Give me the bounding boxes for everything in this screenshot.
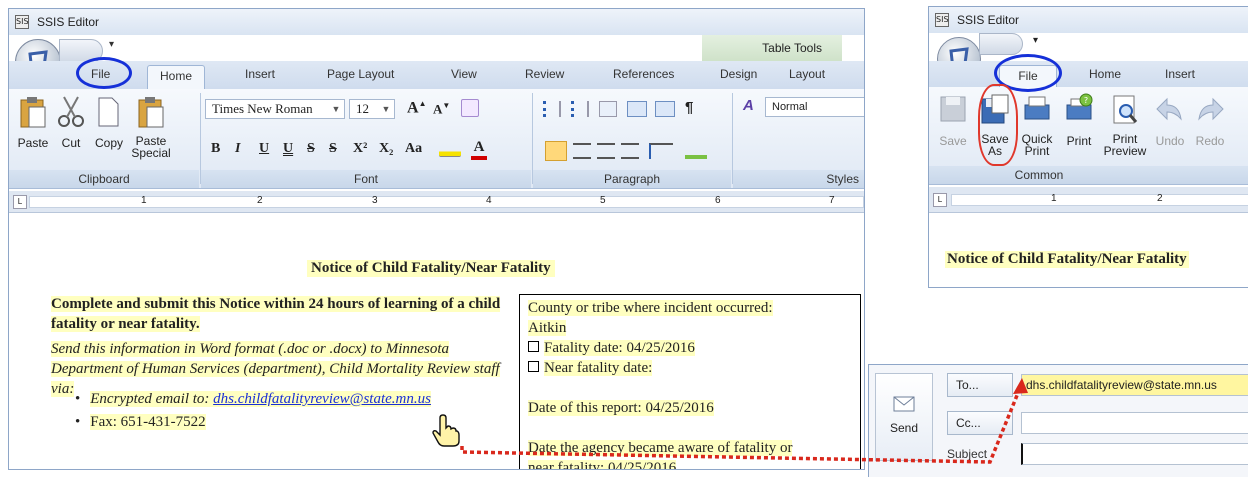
arrowhead-icon	[1013, 378, 1028, 394]
connector-arrow	[460, 378, 1028, 464]
dotted-arrow-line	[460, 387, 1022, 464]
